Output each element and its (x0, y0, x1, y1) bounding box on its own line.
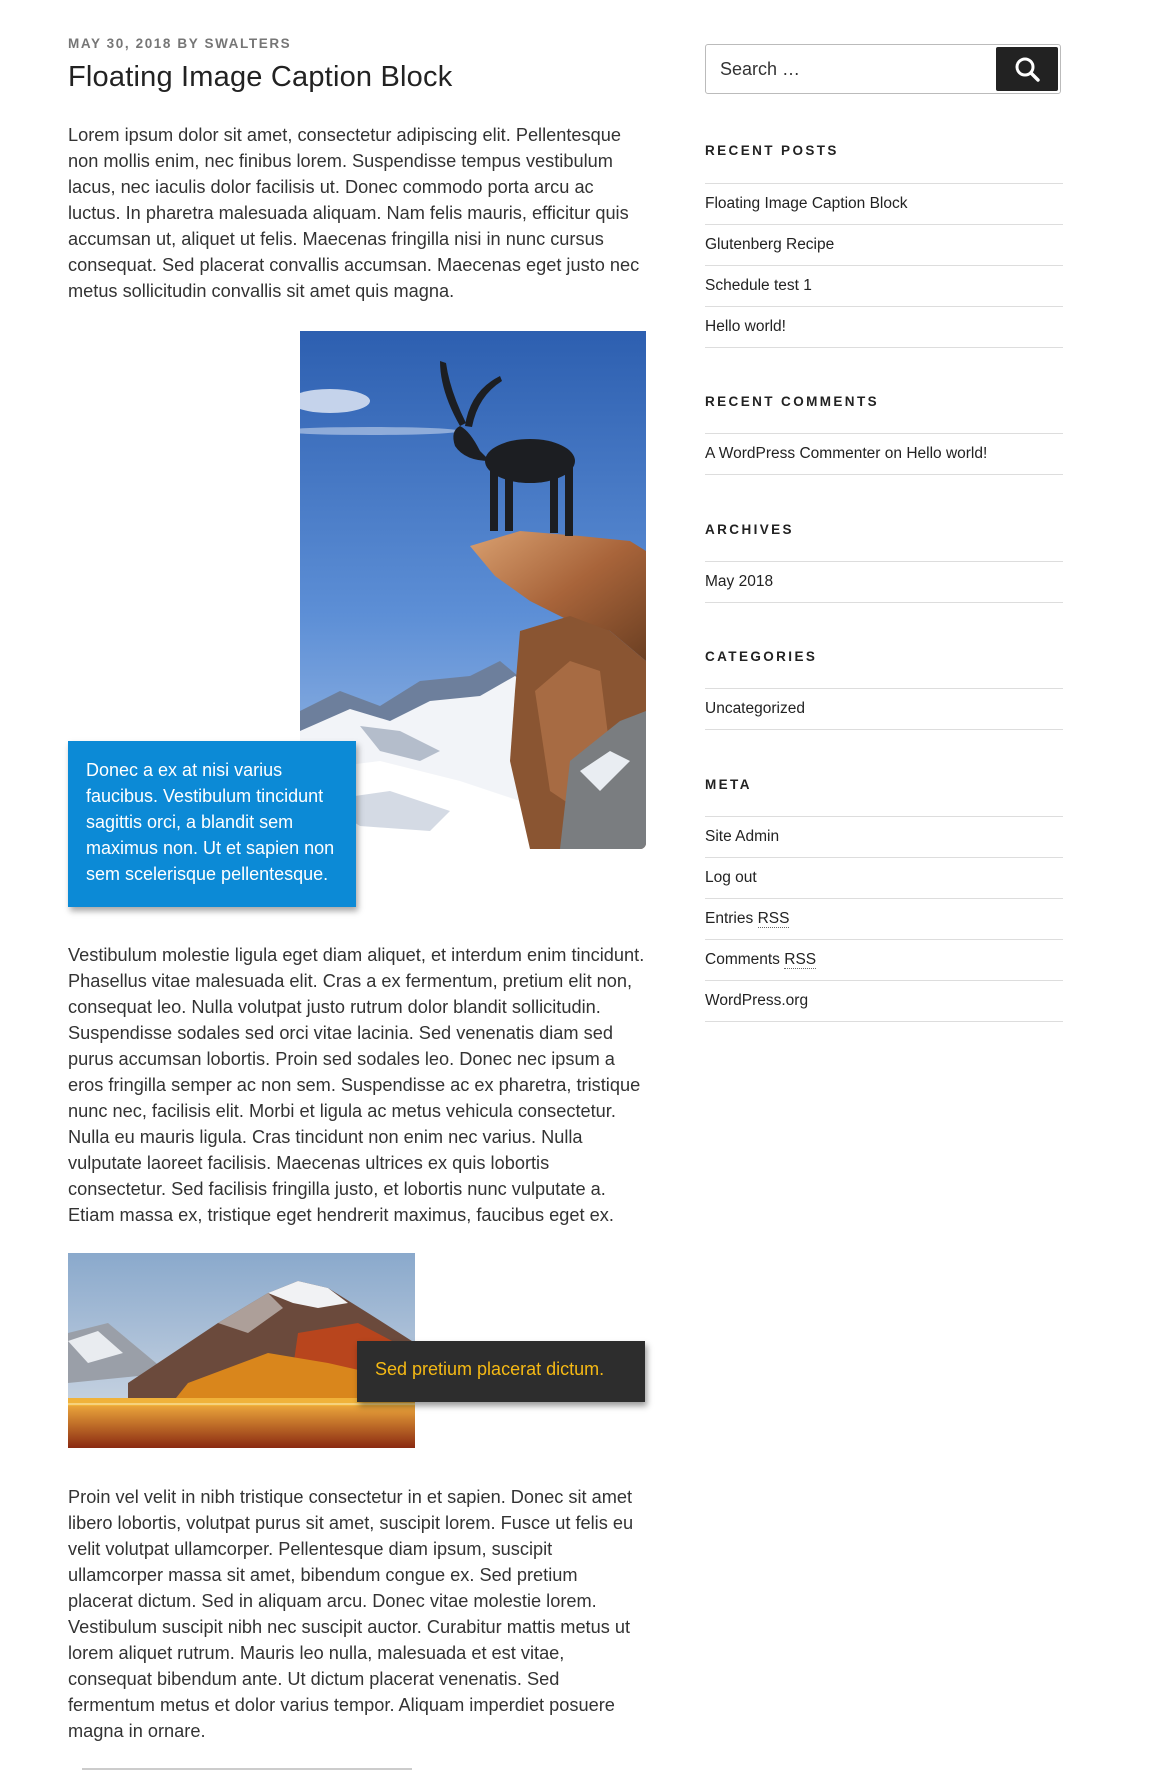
comments-rss-link[interactable]: Comments RSS (705, 951, 817, 969)
recent-comments-list: A WordPress Commenter on Hello world! (705, 433, 1063, 475)
search-icon (1015, 57, 1040, 82)
search-button[interactable] (996, 47, 1058, 91)
list-item[interactable]: Floating Image Caption Block (705, 184, 1063, 225)
meta-list: Site Admin Log out Entries RSS Comments … (705, 816, 1063, 1022)
comment-on-label: on (884, 445, 902, 462)
meta-by-label: BY (177, 36, 200, 51)
log-out-link[interactable]: Log out (705, 869, 757, 887)
recent-posts-list: Floating Image Caption Block Glutenberg … (705, 183, 1063, 348)
list-item[interactable]: Schedule test 1 (705, 266, 1063, 307)
wordpress-org-link[interactable]: WordPress.org (705, 992, 808, 1010)
paragraph-1: Lorem ipsum dolor sit amet, consectetur … (68, 125, 640, 301)
widget-title: ARCHIVES (705, 522, 794, 537)
post-content: MAY 30, 2018 BY SWALTERS Floating Image … (68, 36, 646, 1741)
list-item[interactable]: Log out (705, 858, 1063, 899)
recent-posts-widget: RECENT POSTS Floating Image Caption Bloc… (705, 143, 1063, 348)
widget-title: RECENT POSTS (705, 143, 839, 158)
post-author-link[interactable]: SWALTERS (204, 36, 291, 51)
paragraph-2: Vestibulum molestie ligula eget diam ali… (68, 945, 645, 1225)
widget-title: CATEGORIES (705, 649, 818, 664)
categories-list: Uncategorized (705, 688, 1063, 730)
meta-widget: META Site Admin Log out Entries RSS Comm… (705, 777, 1063, 1022)
list-item: A WordPress Commenter on Hello world! (705, 434, 1063, 475)
rss-abbr: RSS (757, 910, 790, 928)
list-item[interactable]: Uncategorized (705, 689, 1063, 730)
entries-label: Entries (705, 910, 754, 927)
comment-post-link[interactable]: Hello world! (906, 445, 987, 463)
widget-title: META (705, 777, 752, 792)
post-date-link[interactable]: MAY 30, 2018 (68, 36, 172, 51)
paragraph-3: Proin vel velit in nibh tristique consec… (68, 1487, 634, 1741)
list-item[interactable]: Glutenberg Recipe (705, 225, 1063, 266)
list-item[interactable]: Site Admin (705, 817, 1063, 858)
recent-post-link[interactable]: Schedule test 1 (705, 277, 812, 295)
comments-label: Comments (705, 951, 780, 968)
categories-widget: CATEGORIES Uncategorized (705, 649, 1063, 730)
search-input[interactable] (706, 45, 996, 93)
widget-title: RECENT COMMENTS (705, 394, 879, 409)
recent-post-link[interactable]: Floating Image Caption Block (705, 195, 907, 213)
site-admin-link[interactable]: Site Admin (705, 828, 779, 846)
recent-post-link[interactable]: Hello world! (705, 318, 786, 336)
search-form (705, 44, 1061, 94)
sidebar: RECENT POSTS Floating Image Caption Bloc… (705, 44, 1063, 1022)
figure-2-caption: Sed pretium placerat dictum. (357, 1341, 645, 1402)
list-item[interactable]: Entries RSS (705, 899, 1063, 940)
post-title: Floating Image Caption Block (68, 61, 453, 93)
recent-post-link[interactable]: Glutenberg Recipe (705, 236, 834, 254)
entries-rss-link[interactable]: Entries RSS (705, 910, 790, 928)
entry-meta: MAY 30, 2018 BY SWALTERS (68, 36, 646, 51)
rss-abbr: RSS (784, 951, 817, 969)
comment-author-link[interactable]: A WordPress Commenter (705, 445, 880, 463)
figure-1-caption: Donec a ex at nisi varius faucibus. Vest… (68, 741, 356, 907)
category-link[interactable]: Uncategorized (705, 700, 805, 718)
archives-list: May 2018 (705, 561, 1063, 603)
list-item[interactable]: Comments RSS (705, 940, 1063, 981)
list-item[interactable]: May 2018 (705, 562, 1063, 603)
list-item[interactable]: WordPress.org (705, 981, 1063, 1022)
archive-link[interactable]: May 2018 (705, 573, 773, 591)
archives-widget: ARCHIVES May 2018 (705, 522, 1063, 603)
list-item[interactable]: Hello world! (705, 307, 1063, 348)
recent-comments-widget: RECENT COMMENTS A WordPress Commenter on… (705, 394, 1063, 475)
